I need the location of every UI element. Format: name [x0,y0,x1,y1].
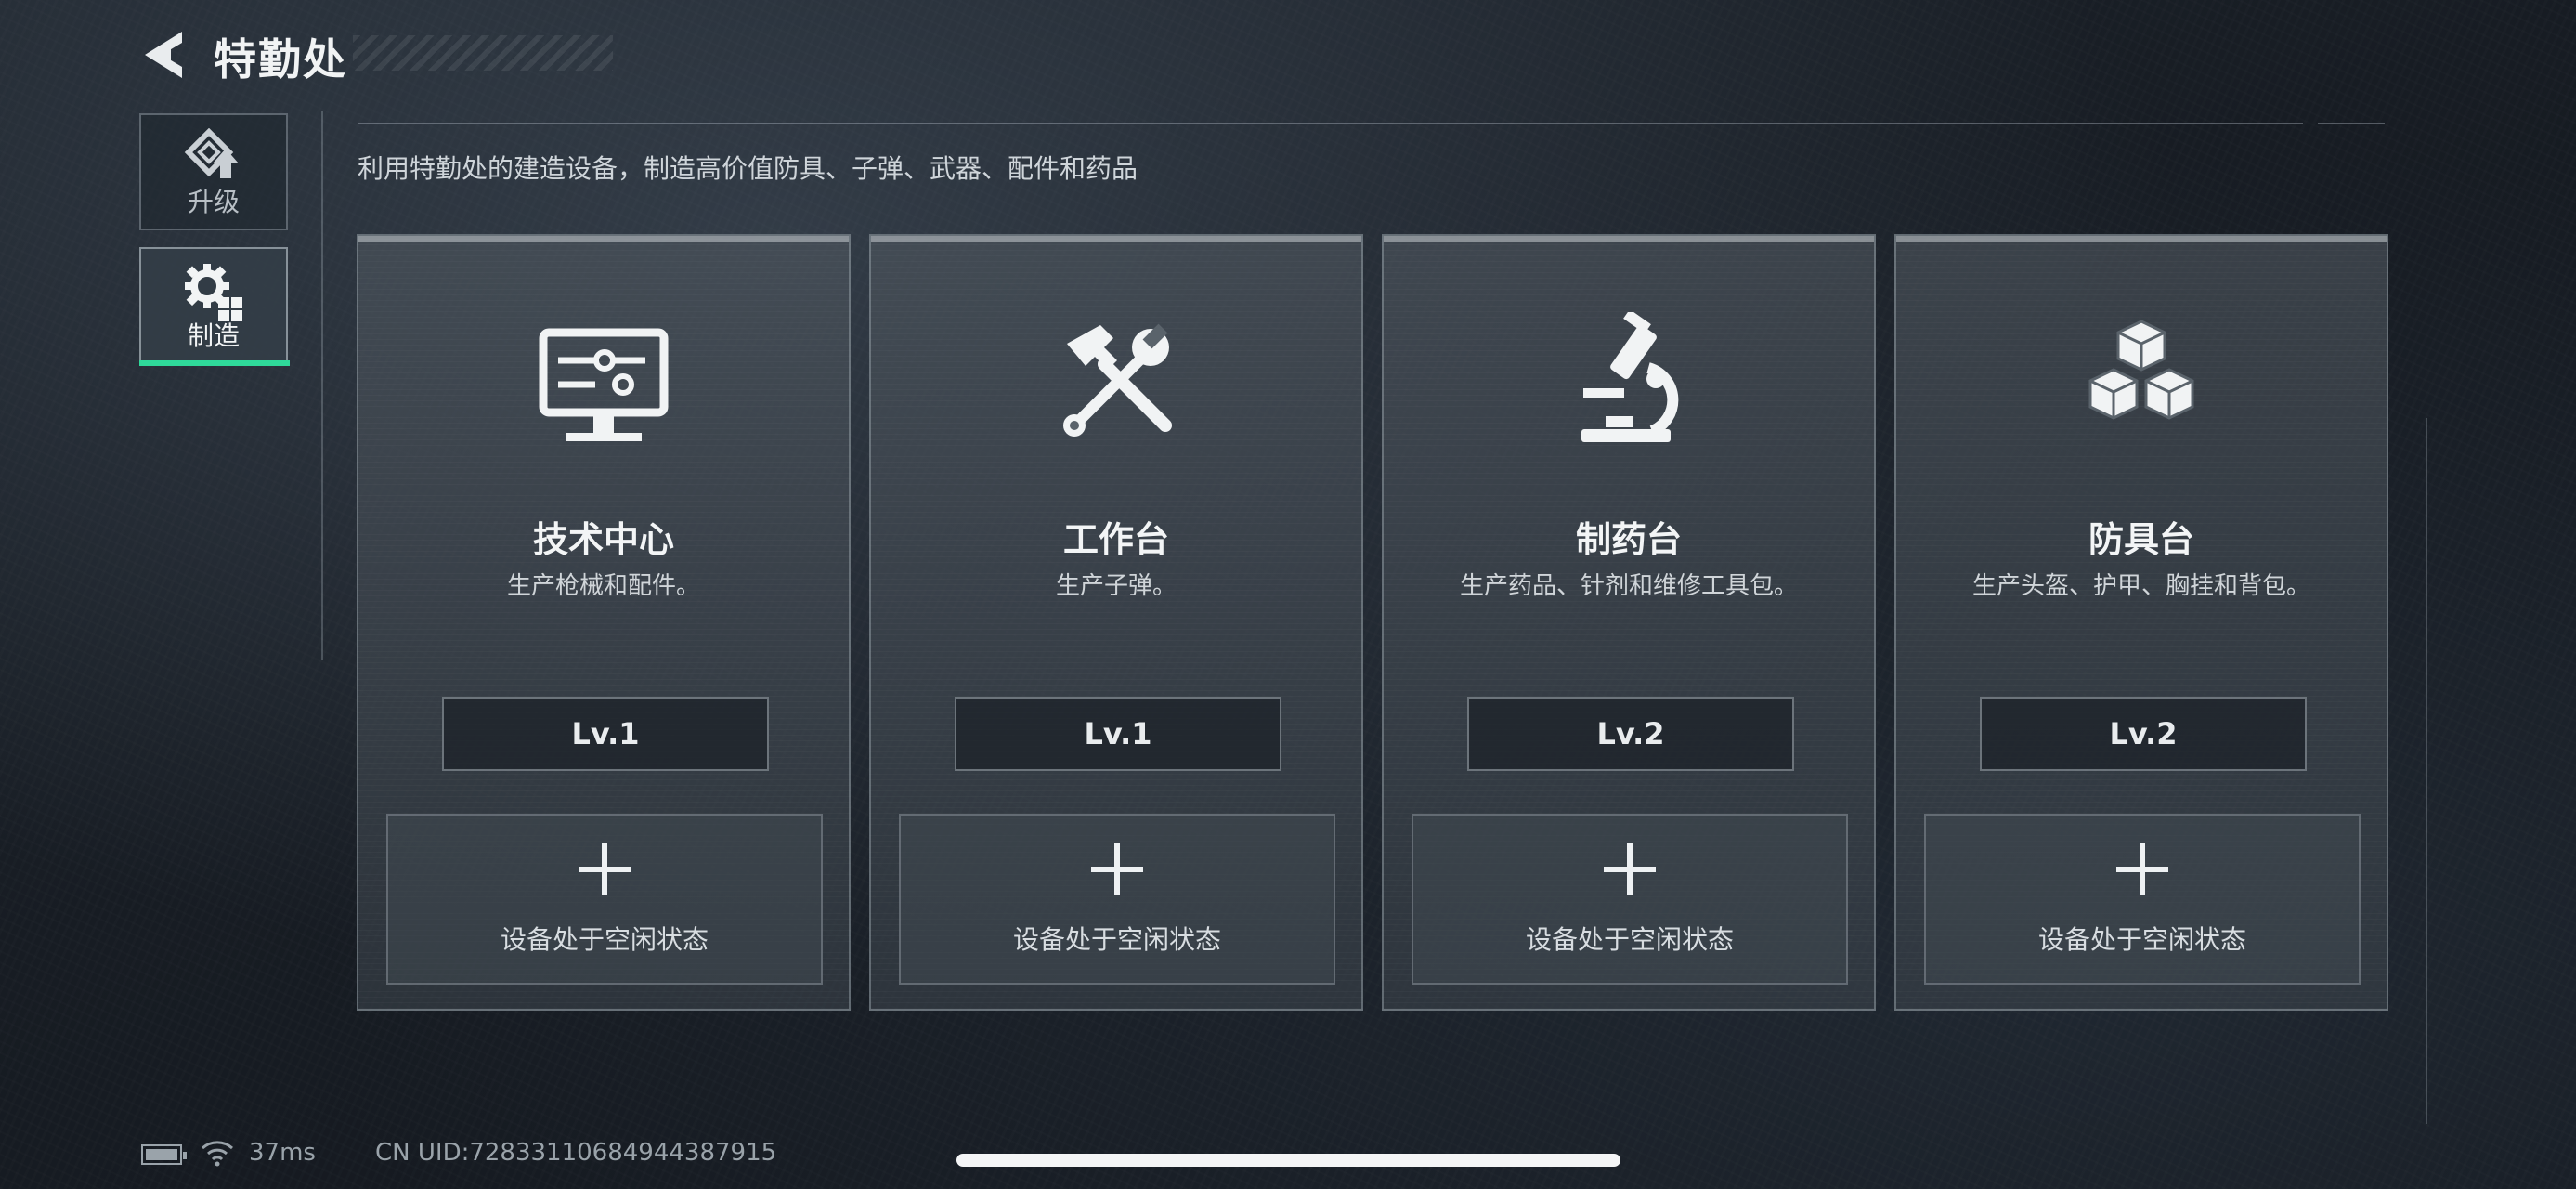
upgrade-icon [184,128,239,178]
craft-gear-icon [185,264,242,321]
user-uid: CN UID:72833110684944387915 [375,1139,777,1167]
plus-icon [1604,843,1656,895]
facility-card-armor[interactable]: 防具台 生产头盔、护甲、胸挂和背包。 Lv.2 设备处于空闲状态 [1894,234,2388,1011]
level-badge: Lv.1 [955,697,1281,771]
back-button[interactable] [139,28,186,82]
sidebar-item-craft[interactable]: 制造 [139,247,288,364]
facility-card-workbench[interactable]: 工作台 生产子弹。 Lv.1 设备处于空闲状态 [869,234,1363,1011]
sidebar-item-upgrade[interactable]: 升级 [139,113,288,230]
right-frame-line [2426,418,2427,1124]
page-description: 利用特勤处的建造设备，制造高价值防具、子弹、武器、配件和药品 [358,153,1138,184]
level-badge: Lv.1 [442,697,769,771]
back-arrow-icon [145,32,182,78]
monitor-icon [539,328,669,441]
card-title: 工作台 [1062,519,1169,560]
top-divider [358,123,2303,124]
level-badge: Lv.2 [1467,697,1794,771]
production-slot[interactable]: 设备处于空闲状态 [1412,814,1848,985]
slot-status: 设备处于空闲状态 [1525,924,1734,955]
card-subtitle: 生产药品、针剂和维修工具包。 [1459,572,1798,600]
plus-icon [1091,843,1143,895]
plus-icon [579,843,631,895]
card-subtitle: 生产子弹。 [1055,572,1177,600]
sidebar-item-label: 升级 [187,187,240,217]
hammer-wrench-icon [1063,323,1172,437]
cubes-icon [2088,320,2194,420]
microscope-icon [1581,312,1679,442]
slot-status: 设备处于空闲状态 [500,924,709,955]
slot-status: 设备处于空闲状态 [1012,924,1221,955]
home-indicator[interactable] [956,1154,1620,1167]
sidebar-item-label: 制造 [187,320,240,351]
page-title: 特勤处 [214,34,347,85]
level-badge: Lv.2 [1980,697,2307,771]
production-slot[interactable]: 设备处于空闲状态 [386,814,823,985]
card-title: 防具台 [2088,519,2194,560]
left-frame-line [321,111,323,660]
facility-card-pharmacy[interactable]: 制药台 生产药品、针剂和维修工具包。 Lv.2 设备处于空闲状态 [1382,234,1876,1011]
active-indicator [139,360,290,366]
title-decoration [353,35,613,71]
battery-icon [141,1144,187,1165]
ping-value: 37ms [249,1139,316,1167]
card-title: 技术中心 [532,519,674,560]
facility-card-tech-center[interactable]: 技术中心 生产枪械和配件。 Lv.1 设备处于空闲状态 [357,234,851,1011]
production-slot[interactable]: 设备处于空闲状态 [1924,814,2361,985]
top-divider-end [2318,123,2385,124]
card-subtitle: 生产头盔、护甲、胸挂和背包。 [1971,572,2310,600]
wifi-icon [202,1141,233,1167]
plus-icon [2116,843,2168,895]
production-slot[interactable]: 设备处于空闲状态 [899,814,1335,985]
card-title: 制药台 [1575,519,1682,560]
slot-status: 设备处于空闲状态 [2037,924,2246,955]
card-subtitle: 生产枪械和配件。 [506,572,700,600]
